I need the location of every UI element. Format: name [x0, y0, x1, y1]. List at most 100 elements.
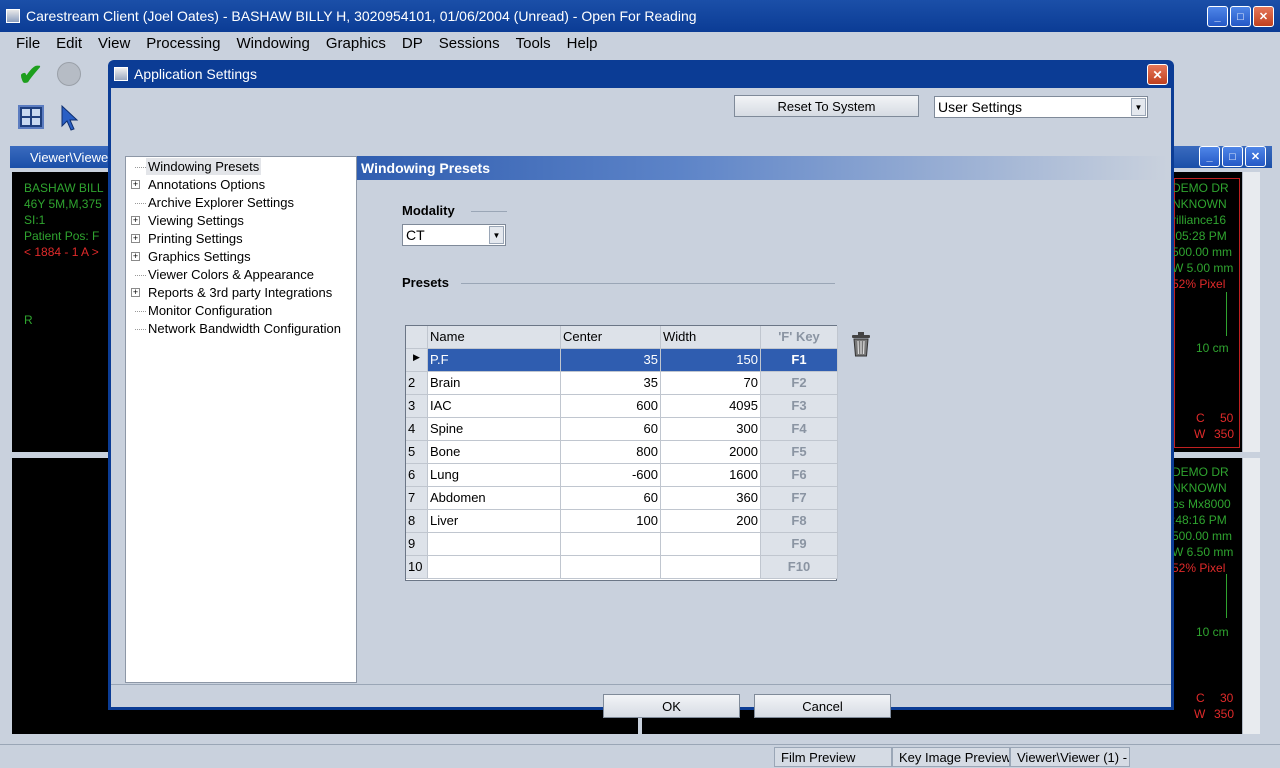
presets-grid[interactable]: Name Center Width 'F' Key ▶ P.F 35 150 F…	[405, 325, 838, 581]
tree-item-printing-settings[interactable]: + Printing Settings	[126, 230, 356, 248]
preset-width[interactable]	[661, 556, 761, 579]
preset-name[interactable]: Bone	[428, 441, 561, 464]
menu-graphics[interactable]: Graphics	[326, 35, 386, 52]
table-row[interactable]: 9 F9	[406, 533, 838, 556]
status-tab-key-image-preview[interactable]: Key Image Preview	[892, 747, 1010, 767]
preset-width[interactable]: 300	[661, 418, 761, 441]
preset-name[interactable]	[428, 533, 561, 556]
preset-center[interactable]: 100	[561, 510, 661, 533]
preset-name[interactable]: Abdomen	[428, 487, 561, 510]
window-width-label: W	[1194, 707, 1206, 721]
preset-width[interactable]: 1600	[661, 464, 761, 487]
viewer-close-button[interactable]: ✕	[1245, 146, 1266, 167]
column-header-name[interactable]: Name	[428, 326, 561, 349]
ok-button[interactable]: OK	[603, 694, 740, 718]
expand-plus-icon[interactable]: +	[131, 252, 140, 261]
preset-center[interactable]: 800	[561, 441, 661, 464]
tree-item-reports-integrations[interactable]: + Reports & 3rd party Integrations	[126, 284, 356, 302]
preset-width[interactable]	[661, 533, 761, 556]
tree-item-annotations-options[interactable]: + Annotations Options	[126, 176, 356, 194]
column-header-fkey[interactable]: 'F' Key	[761, 326, 838, 349]
preset-name[interactable]: Brain	[428, 372, 561, 395]
preset-name[interactable]: IAC	[428, 395, 561, 418]
tree-item-windowing-presets[interactable]: Windowing Presets	[126, 158, 356, 176]
tree-item-network-bandwidth-configuration[interactable]: Network Bandwidth Configuration	[126, 320, 356, 338]
chevron-down-icon[interactable]: ▼	[1131, 98, 1146, 116]
preset-name[interactable]: Liver	[428, 510, 561, 533]
preset-width[interactable]: 200	[661, 510, 761, 533]
preset-name[interactable]: Spine	[428, 418, 561, 441]
menu-tools[interactable]: Tools	[516, 35, 551, 52]
preset-center[interactable]: 60	[561, 487, 661, 510]
minimize-button[interactable]: _	[1207, 6, 1228, 27]
viewer-minimize-button[interactable]: _	[1199, 146, 1220, 167]
table-row[interactable]: 4 Spine 60 300 F4	[406, 418, 838, 441]
menu-windowing[interactable]: Windowing	[236, 35, 309, 52]
settings-tree[interactable]: Windowing Presets + Annotations Options …	[125, 156, 357, 683]
table-row[interactable]: 8 Liver 100 200 F8	[406, 510, 838, 533]
preset-width[interactable]: 150	[661, 349, 761, 372]
column-header-center[interactable]: Center	[561, 326, 661, 349]
preset-name[interactable]: P.F	[428, 349, 561, 372]
menu-file[interactable]: File	[16, 35, 40, 52]
viewer-maximize-button[interactable]: □	[1222, 146, 1243, 167]
settings-scope-select[interactable]: User Settings ▼	[934, 96, 1148, 118]
tree-item-viewer-colors-appearance[interactable]: Viewer Colors & Appearance	[126, 266, 356, 284]
reset-to-system-button[interactable]: Reset To System	[734, 95, 919, 117]
table-row[interactable]: 5 Bone 800 2000 F5	[406, 441, 838, 464]
status-tab-viewer[interactable]: Viewer\Viewer (1) -	[1010, 747, 1130, 767]
expand-plus-icon[interactable]: +	[131, 288, 140, 297]
table-row[interactable]: ▶ P.F 35 150 F1	[406, 349, 838, 372]
preset-fkey: F3	[761, 395, 838, 418]
preset-center[interactable]	[561, 556, 661, 579]
preset-width[interactable]: 360	[661, 487, 761, 510]
status-tab-film-preview[interactable]: Film Preview	[774, 747, 892, 767]
chevron-down-icon[interactable]: ▼	[489, 226, 504, 244]
layout-grid-icon[interactable]	[18, 105, 44, 129]
dialog-close-button[interactable]: ✕	[1147, 64, 1168, 85]
preset-width[interactable]: 4095	[661, 395, 761, 418]
table-row[interactable]: 7 Abdomen 60 360 F7	[406, 487, 838, 510]
modality-select[interactable]: CT ▼	[402, 224, 506, 246]
trash-icon[interactable]	[849, 330, 873, 358]
preset-center[interactable]: 35	[561, 372, 661, 395]
preset-name[interactable]	[428, 556, 561, 579]
preset-name[interactable]: Lung	[428, 464, 561, 487]
menu-view[interactable]: View	[98, 35, 130, 52]
viewer-scrollbar-bottom[interactable]	[1242, 458, 1260, 734]
accept-check-icon[interactable]: ✔	[18, 61, 46, 91]
viewer-scrollbar-top[interactable]	[1242, 172, 1260, 452]
preset-center[interactable]: -600	[561, 464, 661, 487]
menu-help[interactable]: Help	[567, 35, 598, 52]
menu-dp[interactable]: DP	[402, 35, 423, 52]
preset-center[interactable]: 35	[561, 349, 661, 372]
expand-plus-icon[interactable]: +	[131, 216, 140, 225]
expand-plus-icon[interactable]: +	[131, 234, 140, 243]
tree-item-label: Viewing Settings	[148, 213, 244, 228]
stop-icon[interactable]	[57, 62, 81, 86]
preset-width[interactable]: 70	[661, 372, 761, 395]
menu-edit[interactable]: Edit	[56, 35, 82, 52]
tree-item-monitor-configuration[interactable]: Monitor Configuration	[126, 302, 356, 320]
tree-item-viewing-settings[interactable]: + Viewing Settings	[126, 212, 356, 230]
preset-center[interactable]: 600	[561, 395, 661, 418]
menu-processing[interactable]: Processing	[146, 35, 220, 52]
column-header-width[interactable]: Width	[661, 326, 761, 349]
preset-width[interactable]: 2000	[661, 441, 761, 464]
cancel-button[interactable]: Cancel	[754, 694, 891, 718]
tree-connector	[135, 275, 146, 276]
menu-sessions[interactable]: Sessions	[439, 35, 500, 52]
table-row[interactable]: 2 Brain 35 70 F2	[406, 372, 838, 395]
preset-center[interactable]	[561, 533, 661, 556]
window-width-value: 350	[1214, 427, 1235, 441]
tree-item-graphics-settings[interactable]: + Graphics Settings	[126, 248, 356, 266]
table-row[interactable]: 6 Lung -600 1600 F6	[406, 464, 838, 487]
table-row[interactable]: 3 IAC 600 4095 F3	[406, 395, 838, 418]
tree-item-archive-explorer-settings[interactable]: Archive Explorer Settings	[126, 194, 356, 212]
pointer-icon[interactable]	[60, 104, 80, 132]
close-button[interactable]: ✕	[1253, 6, 1274, 27]
preset-center[interactable]: 60	[561, 418, 661, 441]
table-row[interactable]: 10 F10	[406, 556, 838, 579]
expand-plus-icon[interactable]: +	[131, 180, 140, 189]
maximize-button[interactable]: □	[1230, 6, 1251, 27]
